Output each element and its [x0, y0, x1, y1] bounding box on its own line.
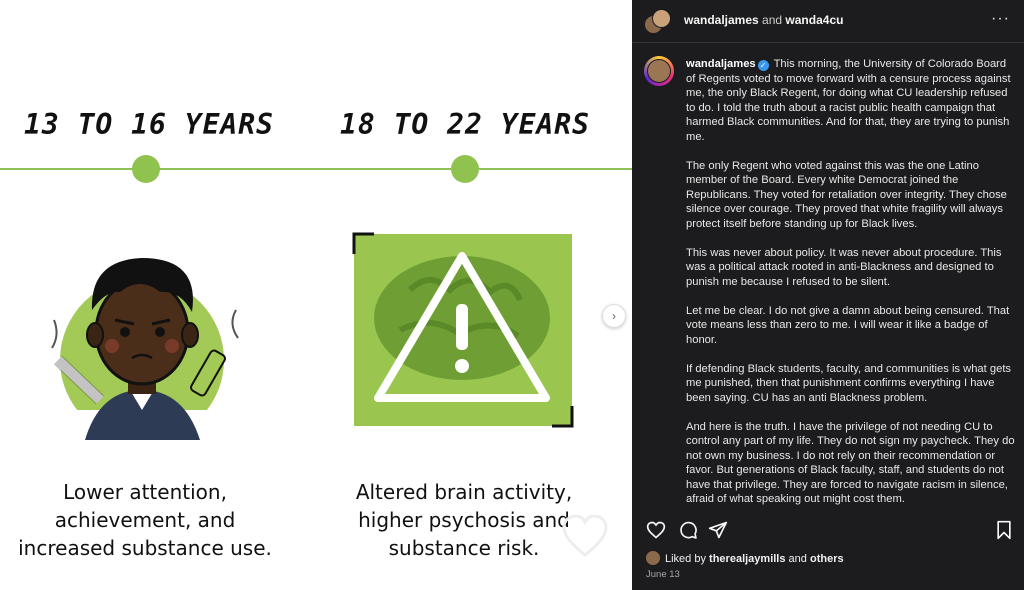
- caption-text: wandaljames ✓ This morning, the Universit…: [686, 57, 1016, 511]
- caption-scroll-area[interactable]: wandaljames ✓ This morning, the Universit…: [644, 56, 1016, 511]
- heart-icon[interactable]: [646, 520, 666, 540]
- share-icon[interactable]: [708, 520, 728, 540]
- post-details-panel: wandaljames and wanda4cu ··· wandaljames…: [632, 0, 1024, 590]
- brain-warning-illustration: [352, 232, 574, 428]
- avatar: [652, 9, 671, 28]
- caption-paragraph-1: This morning, the University of Colorado…: [686, 58, 1011, 143]
- verified-badge-icon: ✓: [757, 60, 769, 71]
- caption-paragraph-5: If defending Black students, faculty, an…: [686, 362, 1012, 404]
- liked-others[interactable]: others: [810, 553, 844, 565]
- next-slide-button[interactable]: ›: [602, 304, 626, 328]
- caption-paragraph-4: Let me be clear. I do not give a damn ab…: [686, 304, 1010, 346]
- liked-by-text: Liked by therealjaymills and others: [646, 551, 844, 565]
- timeline-dot-right: [451, 155, 479, 183]
- left-caption-line-1: Lower attention,: [63, 480, 227, 504]
- caption-paragraph-2: The only Regent who voted against this w…: [686, 159, 1007, 230]
- timeline-dot-left: [132, 155, 160, 183]
- post-media[interactable]: 13 TO 16 YEARS 18 TO 22 YEARS Lower atte…: [0, 0, 632, 590]
- collab-avatars[interactable]: [644, 9, 671, 34]
- right-caption: Altered brain activity, higher psychosis…: [334, 478, 594, 562]
- left-caption: Lower attention, achievement, and increa…: [10, 478, 280, 562]
- header-user-2[interactable]: wanda4cu: [785, 13, 843, 27]
- more-options-icon[interactable]: ···: [991, 10, 1010, 28]
- avatar: [646, 551, 660, 565]
- caption-username[interactable]: wandaljames: [686, 58, 756, 70]
- left-column-title: 13 TO 16 YEARS: [24, 108, 275, 141]
- action-bar: [632, 515, 1024, 544]
- header-usernames: wandaljames and wanda4cu: [684, 13, 843, 27]
- caption-paragraph-3: This was never about policy. It was neve…: [686, 246, 1002, 288]
- post-date: June 13: [646, 569, 680, 580]
- liked-prefix: Liked by: [665, 553, 706, 565]
- teen-illustration: [51, 258, 239, 440]
- right-caption-line-1: Altered brain activity,: [355, 480, 573, 504]
- chevron-right-icon: ›: [612, 309, 616, 323]
- right-column-title: 18 TO 22 YEARS: [340, 108, 591, 141]
- left-caption-line-3: increased substance use.: [18, 536, 272, 560]
- comment-icon[interactable]: [678, 520, 698, 540]
- avatar[interactable]: [644, 56, 674, 86]
- liked-and: and: [788, 553, 807, 565]
- caption-paragraph-6: And here is the truth. I have the privil…: [686, 420, 1015, 506]
- header-joiner: and: [762, 13, 783, 27]
- right-caption-line-3: substance risk.: [388, 536, 540, 560]
- timeline-line: [0, 168, 632, 170]
- header-user-1[interactable]: wandaljames: [684, 13, 759, 27]
- bookmark-icon[interactable]: [994, 520, 1014, 540]
- right-caption-line-2: higher psychosis and: [358, 508, 570, 532]
- heart-overlay-icon: [562, 515, 608, 557]
- liked-user[interactable]: therealjaymills: [709, 553, 785, 565]
- left-caption-line-2: achievement, and: [54, 508, 236, 532]
- post-header: wandaljames and wanda4cu ···: [632, 0, 1024, 43]
